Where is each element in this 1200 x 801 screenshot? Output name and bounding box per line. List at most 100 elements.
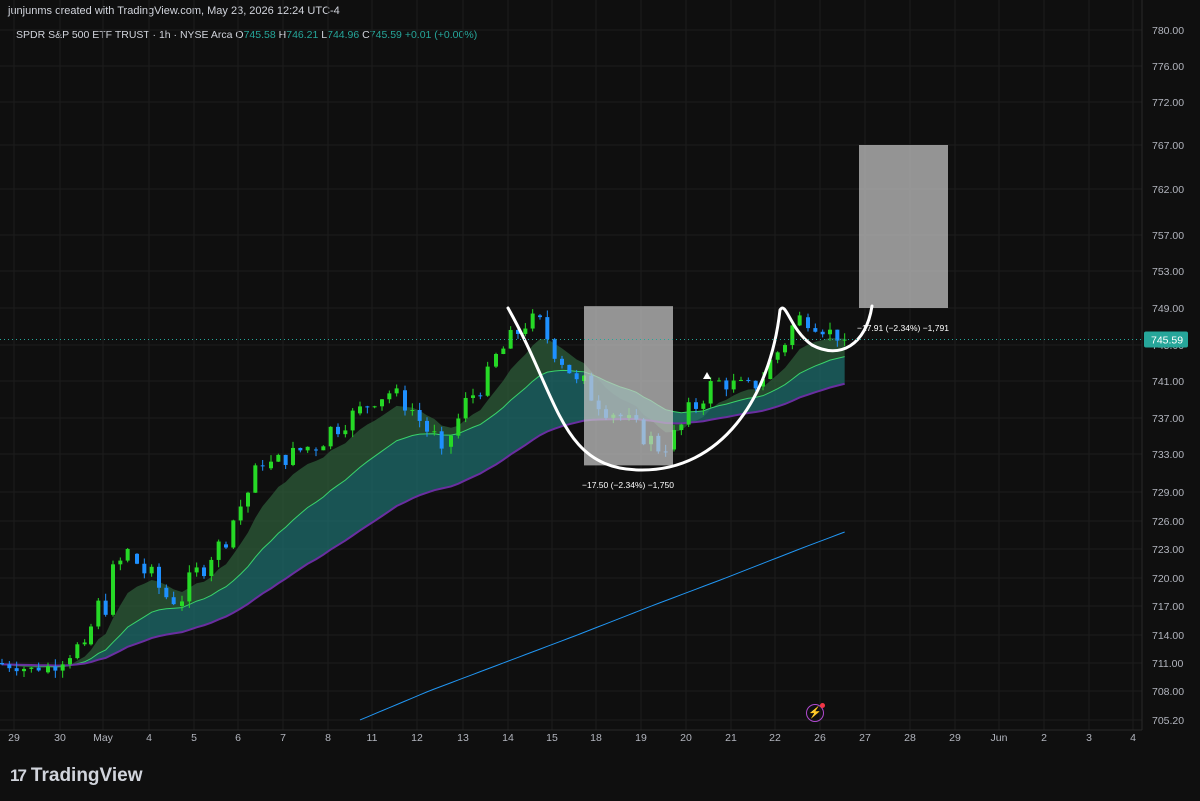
candle-body [403, 390, 407, 411]
drawings: −17.50 (−2.34%) −1,750 −17.91 (−2.34%) −1… [506, 145, 949, 490]
candle-body [164, 587, 169, 598]
candle-body [111, 564, 115, 615]
candle-body [269, 461, 273, 469]
candle-body [314, 449, 318, 451]
candle-body [231, 520, 236, 548]
candle-body [36, 667, 41, 671]
candle-body [216, 541, 221, 560]
price-chart[interactable]: −17.50 (−2.34%) −1,750 −17.91 (−2.34%) −1… [0, 0, 1200, 801]
candle-body [149, 566, 154, 574]
candle-body [328, 426, 333, 447]
candle-body [157, 566, 161, 588]
candle-body [135, 553, 139, 564]
price-tick-label: 776.00 [1152, 61, 1184, 73]
time-tick-label: 22 [769, 732, 781, 744]
tradingview-logo: 17 TradingView [10, 765, 143, 787]
time-tick-label: May [93, 732, 114, 744]
candle-body [417, 410, 422, 421]
price-tick-label: 757.00 [1152, 230, 1184, 242]
candle-body [14, 668, 19, 672]
candle-body [425, 420, 429, 432]
candle-body [679, 424, 684, 431]
candle-body [60, 664, 65, 671]
price-tick-label: 737.00 [1152, 413, 1184, 425]
candle-body [202, 567, 206, 577]
fast-ribbon [2, 337, 845, 669]
candle-body [753, 380, 758, 389]
time-tick-label: 11 [367, 732, 378, 744]
price-tick-label: 753.00 [1152, 266, 1184, 278]
candle-body [717, 380, 721, 382]
candle-body [387, 393, 392, 400]
candle-body [432, 431, 437, 433]
time-tick-label: 15 [546, 732, 558, 744]
candle-body [410, 410, 415, 412]
candle-body [686, 402, 691, 425]
footer [0, 750, 1200, 801]
candle-body [187, 572, 192, 602]
price-tick-label: 711.00 [1152, 658, 1183, 670]
candle-body [439, 431, 444, 449]
candle-body [142, 563, 147, 574]
price-tick-label: 723.00 [1152, 544, 1184, 556]
price-tick-label: 749.00 [1152, 303, 1184, 315]
time-tick-label: 27 [859, 732, 871, 744]
price-tick-label: 717.00 [1152, 601, 1184, 613]
candle-body [82, 642, 87, 645]
candle-body [394, 388, 399, 394]
candle-body [545, 317, 550, 340]
price-tick-label: 741.00 [1152, 376, 1184, 388]
candle-body [708, 381, 713, 404]
candle-body [523, 328, 528, 334]
candle-body [574, 373, 579, 380]
time-tick-label: 7 [280, 732, 286, 744]
candle-body [828, 329, 832, 335]
time-tick-label: 12 [411, 732, 423, 744]
time-tick-label: 20 [680, 732, 692, 744]
alert-icon[interactable]: ⚡ [806, 703, 825, 722]
candle-body [694, 402, 698, 409]
candle-body [238, 506, 243, 521]
candle-body [530, 313, 535, 329]
candle-body [103, 600, 108, 615]
time-tick-label: 6 [235, 732, 241, 744]
candle-body [358, 406, 362, 414]
price-tick-label: 726.00 [1152, 516, 1184, 528]
candle-body [246, 492, 250, 507]
candle-body [209, 559, 214, 577]
candle-body [171, 597, 176, 605]
candle-body [125, 549, 130, 561]
measure-label-1: −17.50 (−2.34%) −1,750 [582, 480, 674, 490]
ema-200-line [359, 531, 845, 721]
candle-body [775, 352, 780, 360]
time-tick-label: 3 [1086, 732, 1092, 744]
candle-body [260, 465, 265, 467]
candle-body [46, 666, 50, 673]
price-tick-label: 729.00 [1152, 487, 1184, 499]
candle-body [538, 315, 542, 318]
candle-body [746, 379, 751, 381]
candle-body [75, 644, 80, 659]
candle-body [813, 328, 818, 332]
candle-body [478, 395, 483, 397]
tradingview-logo-icon: 17 [10, 766, 27, 785]
time-tick-label: 26 [814, 732, 826, 744]
candle-body [797, 315, 802, 326]
candle-body [449, 435, 453, 447]
price-tick-label: 708.00 [1152, 686, 1184, 698]
candle-body [291, 447, 295, 465]
time-tick-label: 4 [146, 732, 152, 744]
candle-body [298, 447, 303, 451]
ribbon-bands [2, 337, 845, 669]
time-tick-label: 18 [590, 732, 602, 744]
candle-body [350, 410, 355, 431]
candle-body [180, 601, 184, 606]
candle-body [494, 353, 498, 367]
time-tick-label: 28 [904, 732, 916, 744]
price-tick-label: 705.20 [1152, 715, 1184, 727]
candle-body [372, 406, 377, 408]
candle-body [790, 325, 795, 346]
price-tick-label: 714.00 [1152, 630, 1184, 642]
candle-body [560, 358, 564, 365]
candle-body [283, 454, 288, 465]
